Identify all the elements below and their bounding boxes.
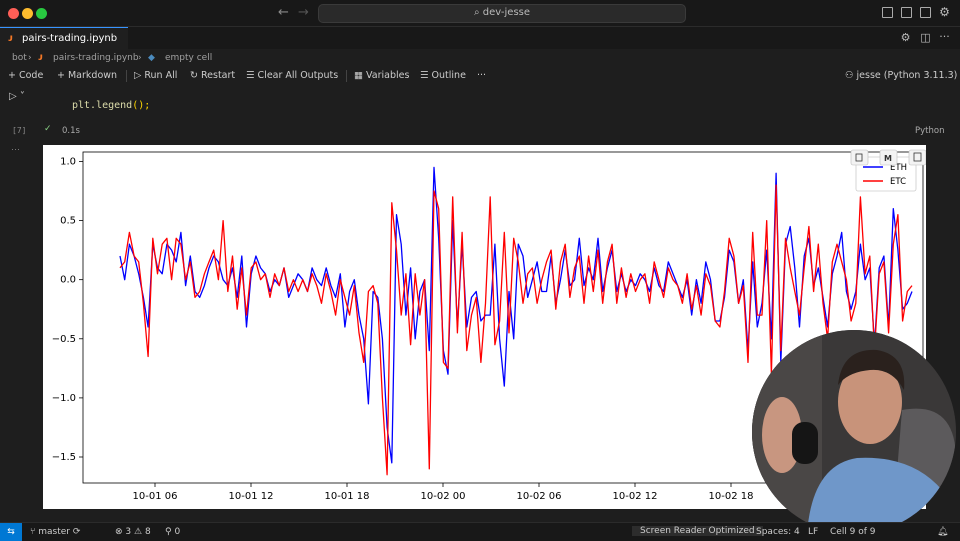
toggle-panel-icon[interactable]: [901, 7, 912, 18]
eol-status[interactable]: LF: [808, 527, 818, 537]
back-arrow-icon[interactable]: ←: [278, 5, 289, 20]
ports-status[interactable]: ⚲ 0: [165, 527, 180, 537]
command-center-text: dev-jesse: [482, 7, 531, 18]
legend-label-etc: ETC: [890, 177, 906, 187]
gear-icon[interactable]: ⚙: [899, 31, 912, 44]
kernel-picker[interactable]: ⚇ jesse (Python 3.11.3): [845, 70, 957, 81]
cell-info-status[interactable]: Cell 9 of 9: [830, 527, 876, 537]
y-tick-label: −1.5: [52, 452, 76, 463]
problems-status[interactable]: ⊗ 3 ⚠ 8: [115, 527, 151, 537]
minimize-window-button[interactable]: [22, 8, 33, 19]
success-check-icon: ✓: [44, 124, 52, 134]
outline-button[interactable]: ☰ Outline: [420, 70, 466, 81]
copy-output-button[interactable]: [850, 149, 869, 166]
status-bar: ⇆ ⑂ master ⟳ ⊗ 3 ⚠ 8 ⚲ 0 Screen Reader O…: [0, 522, 960, 541]
variables-button[interactable]: ▦ Variables: [354, 70, 409, 81]
x-tick-label: 10-01 12: [229, 491, 274, 502]
output-more-icon[interactable]: ···: [11, 144, 20, 154]
y-tick-label: 0.0: [60, 275, 76, 286]
run-all-button[interactable]: ▷ Run All: [134, 70, 177, 81]
toolbar-divider: [346, 70, 347, 82]
y-tick-label: −0.5: [52, 334, 76, 345]
execution-count: [7]: [12, 126, 27, 135]
y-tick-label: 1.0: [60, 156, 76, 167]
command-center-search[interactable]: ⌕ dev-jesse: [318, 4, 686, 23]
toolbar-divider: [126, 70, 127, 82]
tab-label: pairs-trading.ipynb: [22, 33, 118, 44]
breadcrumb: bot › ᴊ pairs-trading.ipynb › ◆ empty ce…: [0, 50, 960, 66]
forward-arrow-icon[interactable]: →: [298, 5, 309, 20]
code-punctuation: ();: [132, 100, 151, 111]
add-markdown-cell-button[interactable]: + Markdown: [57, 70, 117, 81]
split-editor-icon[interactable]: ◫: [919, 31, 932, 44]
execution-time: 0.1s: [62, 126, 80, 136]
close-window-button[interactable]: [8, 8, 19, 19]
notebook-toolbar: + Code + Markdown ▷ Run All ↻ Restart ☰ …: [0, 67, 960, 85]
run-cell-button[interactable]: ▷ ˅: [9, 91, 25, 102]
indentation-status[interactable]: Spaces: 4: [756, 527, 800, 537]
chevron-right-icon: ›: [138, 53, 142, 63]
webcam-mic: [792, 422, 818, 464]
breadcrumb-file[interactable]: pairs-trading.ipynb: [53, 53, 139, 63]
y-tick-label: 0.5: [60, 216, 76, 227]
add-code-cell-button[interactable]: + Code: [8, 70, 43, 81]
output-actions: M: [850, 149, 927, 166]
cell-language[interactable]: Python: [915, 126, 944, 136]
search-icon: ⌕: [473, 7, 483, 18]
breadcrumb-folder[interactable]: bot: [12, 53, 27, 63]
x-tick-label: 10-02 06: [517, 491, 562, 502]
x-tick-label: 10-02 00: [421, 491, 466, 502]
title-bar: ← → ⌕ dev-jesse ⚙: [0, 0, 960, 27]
save-output-button[interactable]: [908, 149, 927, 166]
y-tick-label: −1.0: [52, 393, 76, 404]
more-actions-icon[interactable]: ···: [938, 30, 951, 43]
screen-reader-status[interactable]: Screen Reader Optimized: [632, 526, 763, 536]
tab-pairs-trading[interactable]: ᴊ pairs-trading.ipynb: [0, 27, 128, 50]
breadcrumb-cell[interactable]: empty cell: [165, 53, 212, 63]
chevron-right-icon: ›: [28, 53, 32, 63]
restart-button[interactable]: ↻ Restart: [190, 70, 235, 81]
webcam-overlay: [752, 330, 956, 534]
x-tick-label: 10-02 18: [709, 491, 754, 502]
more-toolbar-actions[interactable]: ···: [477, 70, 486, 81]
clear-all-outputs-button[interactable]: ☰ Clear All Outputs: [246, 70, 338, 81]
jupyter-file-icon: ᴊ: [8, 33, 13, 44]
toggle-primary-sidebar-icon[interactable]: [882, 7, 893, 18]
jupyter-file-icon: ᴊ: [38, 52, 43, 63]
branch-status[interactable]: ⑂ master ⟳: [30, 527, 80, 537]
python-icon: ◆: [148, 53, 155, 63]
settings-gear-icon[interactable]: ⚙: [938, 6, 951, 19]
remote-indicator[interactable]: ⇆: [0, 523, 22, 541]
x-tick-label: 10-01 06: [133, 491, 178, 502]
x-tick-label: 10-02 12: [613, 491, 658, 502]
markdown-icon: M: [884, 154, 892, 163]
x-tick-label: 10-01 18: [325, 491, 370, 502]
notifications-bell-icon[interactable]: 🔔︎: [937, 527, 948, 537]
cell-code[interactable]: plt.legend();: [72, 100, 150, 111]
code-function: plt.legend: [72, 100, 133, 111]
maximize-window-button[interactable]: [36, 8, 47, 19]
toggle-secondary-sidebar-icon[interactable]: [920, 7, 931, 18]
editor-tab-bar: ᴊ pairs-trading.ipynb ⚙ ◫ ···: [0, 27, 960, 50]
